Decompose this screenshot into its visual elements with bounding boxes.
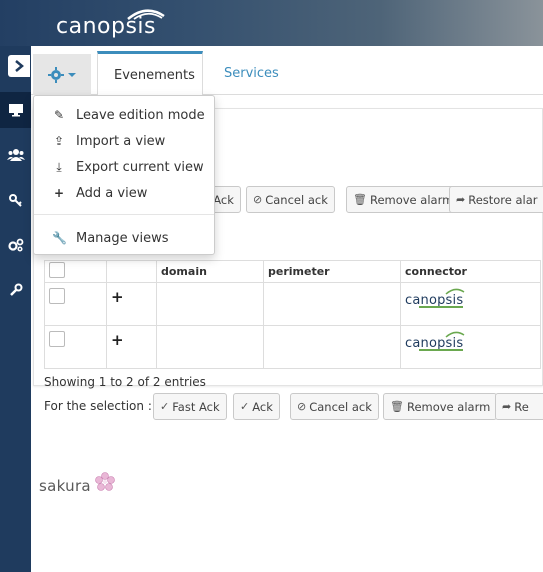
menu-item-label: Export current view [76,159,204,175]
row-select-cell [44,325,107,369]
caret-down-icon [68,72,76,77]
row-select-cell [44,282,107,326]
menu-item-label: Import a view [76,133,166,149]
expand-row-button[interactable]: + [111,331,124,349]
upload-icon: ⇪ [53,134,65,148]
ban-icon: ⊘ [253,193,263,206]
users-icon [6,149,25,161]
bulk-remove-alarm-button[interactable]: 🗑 Remove alarm [383,393,498,420]
bulk-cancel-ack-label: Cancel ack [309,399,372,414]
pagination-info: Showing 1 to 2 of 2 entries [44,375,206,389]
fast-ack-button[interactable]: ✓ Fast Ack [153,393,227,420]
chevron-right-icon [15,60,24,72]
ban-icon: ⊘ [297,400,307,413]
canopsis-logo[interactable]: canopsis [56,8,168,40]
brand-name: canopsis [56,14,156,39]
menu-item-label: Add a view [76,185,148,201]
share-icon: ➦ [502,400,512,413]
top-header: canopsis [0,0,543,46]
row-expand-cell: + [106,325,157,369]
view-settings-button[interactable] [33,54,91,95]
bulk-remove-alarm-label: Remove alarm [406,399,491,414]
check-icon: ✓ [240,400,250,413]
expand-header [106,260,157,283]
sidebar-item-engines[interactable] [0,227,31,263]
bulk-restore-alarm-button[interactable]: ➦ Re [495,393,543,420]
menu-item-leave-edition-mode[interactable]: ✎ Leave edition mode [34,102,214,128]
selection-label: For the selection : [44,399,152,413]
download-icon: ⤓ [56,159,62,174]
connector-header[interactable]: connector [400,260,541,283]
select-all-header [44,260,107,283]
connector-logo: canopsis [405,331,469,355]
remove-alarm-label: Remove alarm [369,192,454,207]
view-settings-menu: ✎ Leave edition mode ⇪ Import a view ⤓ E… [33,95,215,255]
bulk-restore-alarm-label: Re [514,399,529,414]
restore-alarm-button[interactable]: ➦ Restore alar [449,186,543,213]
connector-cell: canopsis [400,325,541,369]
check-icon: ✓ [160,400,170,413]
remove-alarm-button[interactable]: 🗑 Remove alarm [346,186,461,213]
domain-header[interactable]: domain [156,260,264,283]
table-row: + canopsis [44,325,541,369]
wrench-icon: 🔧 [52,231,67,245]
domain-cell [156,282,264,326]
perimeter-cell [263,325,401,369]
cherry-blossom-icon [95,472,115,491]
restore-alarm-label: Restore alar [468,192,538,207]
perimeter-header[interactable]: perimeter [263,260,401,283]
connector-cell: canopsis [400,282,541,326]
cancel-ack-button[interactable]: ⊘ Cancel ack [246,186,335,213]
alarm-table: domain perimeter connector + canopsis + … [44,260,541,369]
menu-divider [34,214,214,215]
cogs-icon [7,238,23,252]
sidebar-item-settings[interactable] [0,272,31,308]
wrench-icon [9,283,22,296]
left-sidebar [0,46,31,572]
domain-cell [156,325,264,369]
bulk-cancel-ack-button[interactable]: ⊘ Cancel ack [290,393,379,420]
row-checkbox[interactable] [49,331,65,347]
row-expand-cell: + [106,282,157,326]
tab-services[interactable]: Services [208,51,295,95]
expand-row-button[interactable]: + [111,288,124,306]
share-icon: ➦ [456,193,466,206]
view-tabbar: Evenements Services [31,46,543,96]
select-all-checkbox[interactable] [49,262,65,278]
trash-icon: 🗑 [390,400,404,413]
sidebar-item-users[interactable] [0,137,31,173]
cancel-ack-label: Cancel ack [265,192,328,207]
sakura-logo: sakura [39,472,119,498]
menu-item-add-view[interactable]: + Add a view [34,180,214,206]
bulk-ack-button[interactable]: ✓ Ack [233,393,280,420]
tab-evenements[interactable]: Evenements [97,51,203,96]
sidebar-toggle-button[interactable] [8,55,30,77]
row-checkbox[interactable] [49,288,65,304]
trash-icon: 🗑 [353,193,367,206]
bulk-ack-label: Ack [252,399,273,414]
pencil-icon: ✎ [53,108,65,122]
table-row: + canopsis [44,282,541,326]
sidebar-item-rights[interactable] [0,182,31,218]
connector-logo: canopsis [405,288,469,312]
fast-ack-label: Fast Ack [172,399,220,414]
monitor-icon [8,104,23,117]
perimeter-cell [263,282,401,326]
gear-icon [48,66,64,83]
menu-item-label: Manage views [76,230,169,246]
menu-item-manage-views[interactable]: 🔧 Manage views [34,225,214,251]
key-icon [8,194,22,207]
menu-item-label: Leave edition mode [76,107,205,123]
plus-icon: + [53,186,65,200]
table-header-row: domain perimeter connector [44,260,541,283]
menu-item-import-view[interactable]: ⇪ Import a view [34,128,214,154]
sidebar-item-views[interactable] [0,92,31,128]
menu-item-export-view[interactable]: ⤓ Export current view [34,154,214,180]
ack-label: Ack [213,192,234,207]
